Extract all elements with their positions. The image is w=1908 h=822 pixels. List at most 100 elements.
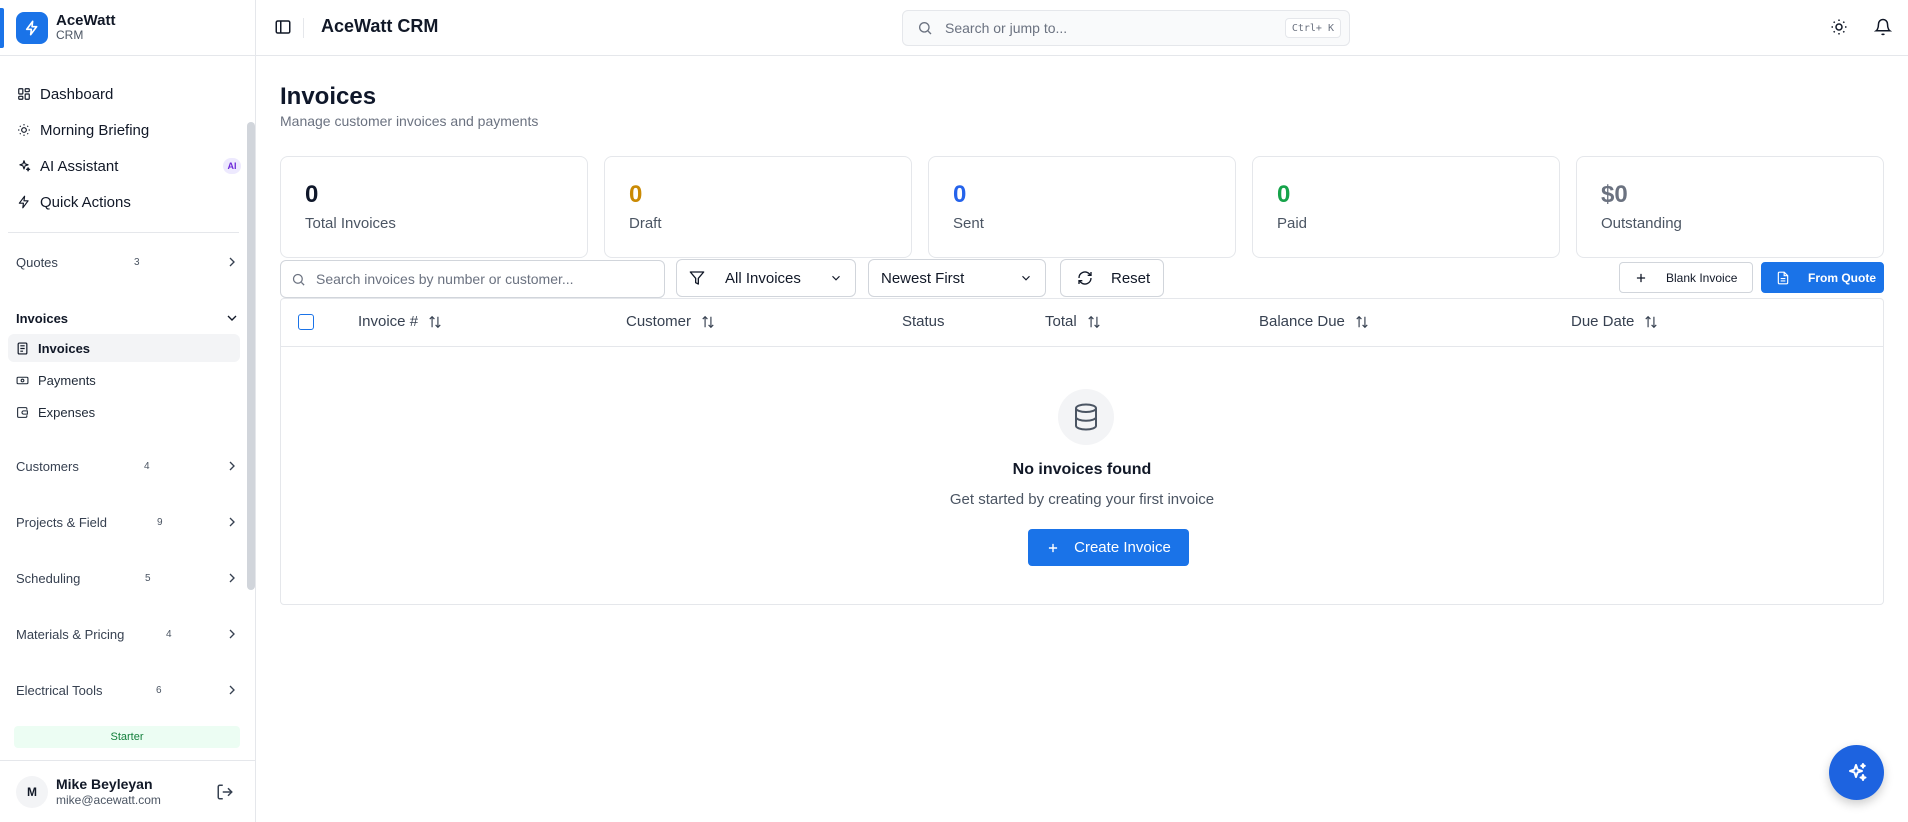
sidebar-group-projects-field[interactable]: Projects & Field 9 [16, 510, 240, 534]
group-label: Projects & Field [16, 514, 108, 530]
from-quote-label: From Quote [1808, 270, 1876, 285]
sidebar-group-scheduling[interactable]: Scheduling 5 [16, 566, 240, 590]
stat-value: 0 [629, 181, 643, 208]
column-label: Total [1045, 313, 1077, 330]
sidebar-item-dashboard[interactable]: Dashboard [8, 76, 247, 112]
sidebar-group-customers[interactable]: Customers 4 [16, 454, 240, 478]
from-quote-button[interactable]: From Quote [1761, 262, 1884, 293]
group-count: 3 [134, 256, 140, 268]
group-count: 5 [145, 572, 151, 584]
stat-label: Outstanding [1601, 215, 1682, 232]
plan-badge: Starter [14, 726, 240, 748]
brand-subtitle: CRM [56, 28, 84, 43]
ai-assistant-fab[interactable] [1829, 745, 1884, 800]
chevron-right-icon [229, 573, 235, 583]
sidebar-scrollbar[interactable] [247, 122, 255, 590]
plus-icon [1636, 273, 1646, 282]
column-header-due-date[interactable]: Due Date [1571, 313, 1658, 330]
sidebar-item-morning-briefing[interactable]: Morning Briefing [8, 112, 247, 148]
group-count: 4 [166, 628, 172, 640]
column-label: Status [902, 313, 945, 330]
chevron-right-icon [229, 685, 235, 695]
sparkles-icon [1848, 762, 1866, 781]
database-icon [1058, 389, 1114, 445]
column-label: Due Date [1571, 313, 1635, 330]
sidebar-item-quick-actions[interactable]: Quick Actions [8, 184, 247, 220]
stat-label: Draft [629, 215, 662, 232]
column-label: Customer [626, 313, 692, 330]
page-subtitle: Manage customer invoices and payments [280, 113, 539, 129]
stat-card-total: 0 Total Invoices [280, 156, 588, 258]
bell-icon[interactable] [1874, 18, 1892, 36]
app-title: AceWatt CRM [321, 16, 439, 36]
create-invoice-button[interactable]: Create Invoice [1028, 529, 1189, 566]
stat-value: 0 [953, 181, 967, 208]
stat-card-sent: 0 Sent [928, 156, 1236, 258]
column-header-total[interactable]: Total [1045, 313, 1101, 330]
stat-value: $0 [1601, 181, 1628, 208]
sidebar-item-label: Expenses [38, 404, 96, 420]
reset-label: Reset [1111, 269, 1151, 287]
search-icon [919, 22, 932, 35]
chevron-right-icon [229, 257, 235, 267]
sidebar-group-invoices[interactable]: Invoices [16, 306, 240, 330]
global-search-input[interactable]: Search or jump to... Ctrl+ K [902, 10, 1350, 46]
sidebar-item-label: Quick Actions [40, 193, 131, 211]
refresh-icon [1078, 271, 1092, 285]
sidebar-divider [8, 232, 239, 233]
sort-icon [1356, 315, 1368, 328]
blank-invoice-button[interactable]: Blank Invoice [1619, 262, 1753, 293]
stat-label: Sent [953, 215, 984, 232]
sidebar-group-materials-pricing[interactable]: Materials & Pricing 4 [16, 622, 240, 646]
sidebar-item-expenses[interactable]: Expenses [8, 398, 240, 426]
header-divider [303, 18, 304, 38]
chevron-down-icon [832, 275, 840, 281]
chevron-right-icon [229, 461, 235, 471]
brand[interactable]: AceWatt CRM [0, 0, 255, 56]
chevron-right-icon [229, 629, 235, 639]
group-count: 4 [144, 460, 150, 472]
select-all-checkbox[interactable] [298, 314, 314, 330]
empty-state-title: No invoices found [1012, 461, 1152, 478]
group-label: Electrical Tools [16, 682, 103, 698]
column-header-invoice-number[interactable]: Invoice # [358, 313, 442, 330]
user-name: Mike Beyleyan [56, 775, 153, 792]
stat-label: Paid [1277, 215, 1308, 232]
sidebar-group-quotes[interactable]: Quotes 3 [16, 250, 240, 274]
sidebar-item-label: Invoices [38, 340, 91, 356]
filter-icon [689, 271, 705, 285]
sort-icon [702, 315, 714, 328]
sidebar-toggle-icon[interactable] [274, 18, 292, 36]
chevron-down-icon [227, 315, 237, 321]
top-header: AceWatt CRM Search or jump to... Ctrl+ K [256, 0, 1908, 56]
sort-value: Newest First [881, 269, 965, 287]
theme-toggle-icon[interactable] [1830, 18, 1848, 36]
ai-badge: AI [223, 158, 241, 174]
sidebar-item-ai-assistant[interactable]: AI Assistant AI [8, 148, 247, 184]
search-placeholder: Search invoices by number or customer... [316, 271, 574, 287]
column-header-customer[interactable]: Customer [626, 313, 715, 330]
main-content: Invoices Manage customer invoices and pa… [256, 56, 1908, 822]
banknote-icon [16, 373, 30, 387]
column-header-balance-due[interactable]: Balance Due [1259, 313, 1369, 330]
sidebar-item-invoices[interactable]: Invoices [8, 334, 240, 362]
status-filter-select[interactable]: All Invoices [676, 259, 856, 297]
stat-card-paid: 0 Paid [1252, 156, 1560, 258]
bolt-logo-icon [16, 11, 48, 44]
user-profile[interactable]: M Mike Beyleyan mike@acewatt.com [0, 760, 256, 822]
sidebar-item-payments[interactable]: Payments [8, 366, 240, 394]
sidebar-group-electrical-tools[interactable]: Electrical Tools 6 [16, 678, 240, 702]
stat-value: 0 [305, 181, 319, 208]
sort-select[interactable]: Newest First [868, 259, 1046, 297]
sidebar-item-label: Morning Briefing [40, 121, 150, 139]
dashboard-icon [16, 86, 32, 102]
chevron-right-icon [229, 517, 235, 527]
group-label: Customers [16, 458, 79, 474]
user-email: mike@acewatt.com [56, 792, 161, 807]
group-count: 9 [157, 516, 163, 528]
page-title: Invoices [280, 83, 377, 110]
logout-icon[interactable] [216, 783, 234, 801]
reset-button[interactable]: Reset [1060, 259, 1164, 297]
invoice-search-input[interactable]: Search invoices by number or customer... [280, 260, 665, 298]
stat-value: 0 [1277, 181, 1291, 208]
